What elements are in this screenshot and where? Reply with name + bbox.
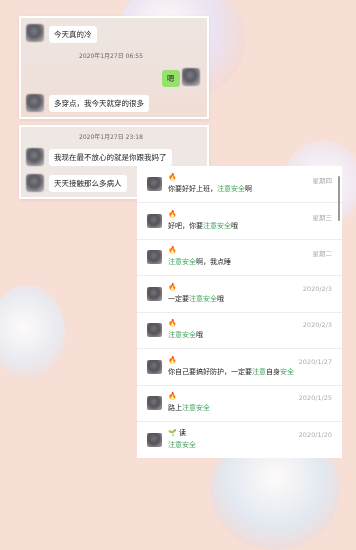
- avatar: [26, 174, 44, 192]
- contact-nickname: 🔥: [168, 319, 177, 327]
- keyword-highlight: 注意安全: [182, 404, 210, 412]
- search-result-row[interactable]: 🔥 你自己要搞好防护，一定要注意自身安全 2020/1/27: [137, 349, 342, 386]
- message-date: 星期四: [312, 177, 333, 185]
- message-snippet: 好吧，你要注意安全哦: [168, 222, 238, 230]
- search-result-row[interactable]: 🔥 一定要注意安全哦 2020/2/3: [137, 276, 342, 313]
- message-snippet: 注意安全哦: [168, 331, 203, 339]
- message-snippet: 你要好好上班，注意安全啊: [168, 185, 252, 193]
- contact-nickname: 🔥: [168, 210, 177, 218]
- keyword-highlight: 注意安全: [168, 441, 196, 449]
- decorative-bubble: [0, 285, 65, 380]
- scrollbar[interactable]: [338, 176, 340, 221]
- contact-nickname: 🔥: [168, 283, 177, 291]
- avatar: [147, 360, 162, 374]
- chat-timestamp: 2020年1月27日 23:18: [79, 134, 143, 141]
- message-date: 2020/1/27: [298, 358, 332, 366]
- keyword-highlight: 注意安全: [189, 295, 217, 303]
- search-result-row[interactable]: 🔥 注意安全哦 2020/2/3: [137, 312, 342, 349]
- message-date: 星期三: [312, 214, 333, 222]
- chat-message: 多穿点，我今天就穿的很多: [49, 95, 149, 112]
- search-result-row[interactable]: 🔥 你要好好上班，注意安全啊 星期四: [137, 166, 342, 203]
- chat-screenshot-panel: 今天真的冷 2020年1月27日 06:55 嗯 多穿点，我今天就穿的很多: [19, 16, 209, 119]
- search-result-row[interactable]: 🔥 好吧，你要注意安全哦 星期三: [137, 203, 342, 240]
- contact-nickname: 🔥: [168, 173, 177, 181]
- message-snippet: 注意安全: [168, 440, 196, 450]
- avatar: [147, 396, 162, 410]
- avatar: [147, 287, 162, 301]
- avatar: [147, 250, 162, 264]
- avatar: [147, 177, 162, 191]
- search-result-row[interactable]: 🔥 注意安全啊，我点睡 星期二: [137, 239, 342, 276]
- contact-nickname: 🔥: [168, 356, 177, 364]
- contact-nickname: 🔥: [168, 246, 177, 254]
- message-date: 2020/1/25: [298, 394, 332, 402]
- keyword-highlight: 注意: [252, 368, 266, 376]
- message-date: 2020/1/20: [298, 431, 332, 439]
- chat-message: 今天真的冷: [49, 26, 97, 43]
- message-snippet: 你自己要搞好防护，一定要注意自身安全: [168, 368, 294, 376]
- contact-nickname: 🌱 读: [168, 429, 186, 437]
- keyword-highlight: 注意安全: [217, 185, 245, 193]
- avatar: [26, 148, 44, 166]
- keyword-highlight: 安全: [280, 368, 294, 376]
- message-snippet: 路上注意安全: [168, 404, 210, 412]
- avatar: [147, 323, 162, 337]
- keyword-highlight: 注意安全: [168, 331, 196, 339]
- message-date: 星期二: [312, 250, 333, 258]
- search-result-row[interactable]: 🌱 读注意安全 2020/1/20: [137, 422, 342, 458]
- contact-nickname: 🔥: [168, 392, 177, 400]
- message-date: 2020/2/3: [302, 285, 332, 293]
- avatar-self: [182, 68, 200, 86]
- chat-timestamp: 2020年1月27日 06:55: [79, 53, 143, 60]
- chat-message-self: 嗯: [162, 70, 180, 87]
- keyword-highlight: 注意安全: [203, 222, 231, 230]
- search-result-row[interactable]: 🔥 路上注意安全 2020/1/25: [137, 385, 342, 422]
- message-snippet: 一定要注意安全哦: [168, 295, 224, 303]
- chat-message: 我现在最不放心的就是你跟我妈了: [49, 149, 172, 166]
- avatar: [147, 433, 162, 447]
- message-snippet: 注意安全啊，我点睡: [168, 258, 231, 266]
- avatar: [147, 214, 162, 228]
- message-date: 2020/2/3: [302, 321, 332, 329]
- keyword-highlight: 注意安全: [168, 258, 196, 266]
- chat-message: 天天接触那么多病人: [49, 175, 127, 192]
- avatar: [26, 94, 44, 112]
- search-results-list[interactable]: 🔥 你要好好上班，注意安全啊 星期四 🔥 好吧，你要注意安全哦 星期三 🔥 注意安全啊，我点睡…: [137, 166, 342, 458]
- avatar: [26, 24, 44, 42]
